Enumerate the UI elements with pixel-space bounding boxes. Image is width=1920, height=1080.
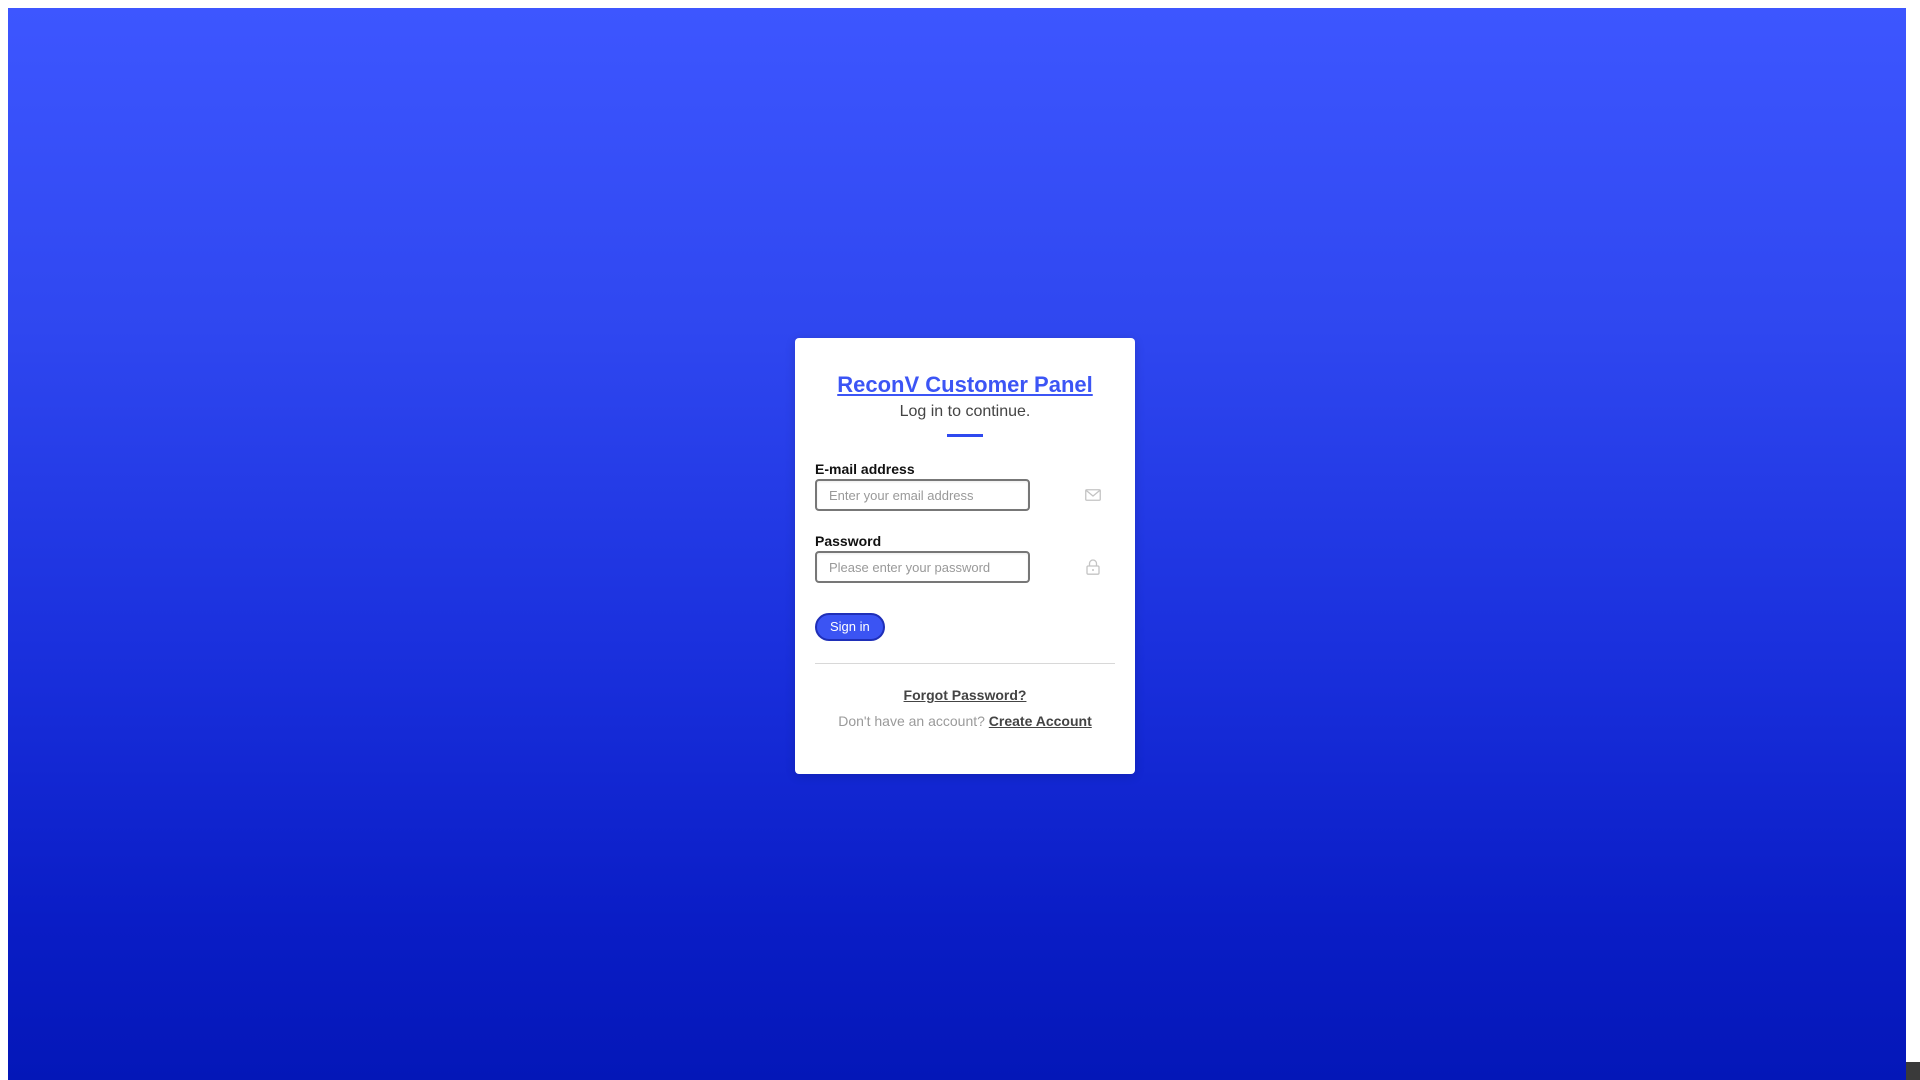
accent-divider <box>947 434 983 437</box>
password-label: Password <box>815 533 882 549</box>
email-field-row <box>815 479 1115 511</box>
vertical-scrollbar[interactable] <box>1906 8 1920 1080</box>
panel-title-link[interactable]: ReconV Customer Panel <box>815 371 1115 399</box>
signup-prompt: Don't have an account? <box>838 713 985 729</box>
login-card: ReconV Customer Panel Log in to continue… <box>795 338 1135 774</box>
signup-line: Don't have an account? Create Account <box>815 713 1115 730</box>
page-background: ReconV Customer Panel Log in to continue… <box>8 8 1906 1080</box>
envelope-icon <box>1084 487 1102 503</box>
email-input[interactable] <box>815 479 1030 511</box>
email-label: E-mail address <box>815 461 915 477</box>
password-field-row <box>815 551 1115 583</box>
login-form: E-mail address Password <box>815 461 1115 641</box>
password-input[interactable] <box>815 551 1030 583</box>
lock-icon <box>1084 559 1102 575</box>
login-subtitle: Log in to continue. <box>899 403 1031 420</box>
forgot-password-link[interactable]: Forgot Password? <box>815 687 1115 704</box>
scrollbar-corner <box>1906 1062 1920 1080</box>
card-divider <box>815 663 1115 664</box>
sign-in-button[interactable]: Sign in <box>815 613 885 641</box>
create-account-link[interactable]: Create Account <box>989 713 1092 729</box>
